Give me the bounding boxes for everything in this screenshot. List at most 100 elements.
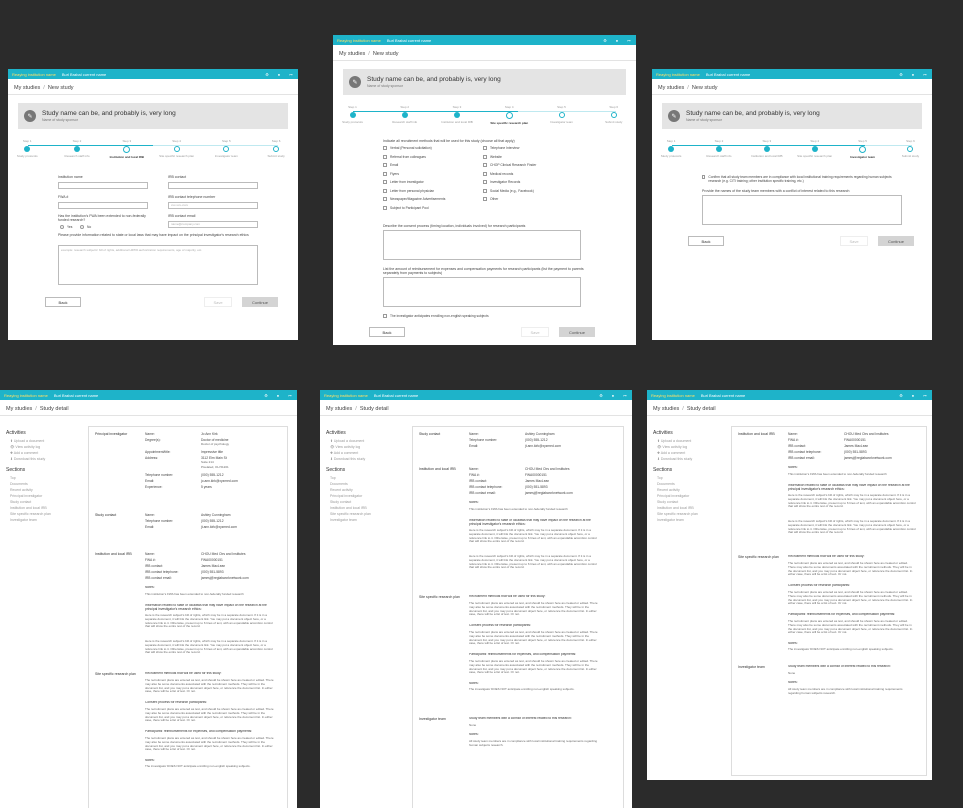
step-3[interactable]: Step 3 Institution and local IRB bbox=[437, 105, 477, 124]
section-link[interactable]: Documents bbox=[10, 482, 80, 486]
step-6[interactable]: Step 6 Submit study bbox=[256, 139, 296, 158]
pencil-icon[interactable]: ✎ bbox=[668, 110, 680, 122]
activity-log[interactable]: 👁 View activity log bbox=[657, 445, 727, 449]
gear-icon[interactable]: ⚙ bbox=[602, 38, 608, 43]
section-link[interactable]: Site specific research plan bbox=[10, 512, 80, 516]
recruit-option-checkbox[interactable]: Social Media (e.g., Facebook) bbox=[483, 188, 534, 193]
irb-email-input[interactable]: name@company.com bbox=[168, 221, 258, 228]
logout-icon[interactable]: ↦ bbox=[288, 72, 294, 77]
activity-upload[interactable]: ⬆ Upload a document bbox=[10, 439, 80, 443]
conflict-textarea[interactable] bbox=[702, 195, 902, 225]
crumb-my-studies[interactable]: My studies bbox=[658, 85, 684, 91]
back-button[interactable]: Back bbox=[369, 327, 405, 337]
section-link[interactable]: Site specific research plan bbox=[657, 512, 727, 516]
user-icon[interactable]: ● bbox=[614, 38, 620, 43]
recruit-option-checkbox[interactable]: Flyers bbox=[383, 171, 399, 176]
fwa-input[interactable] bbox=[58, 202, 148, 209]
continue-button[interactable]: Continue bbox=[242, 297, 278, 307]
crumb-my-studies[interactable]: My studies bbox=[14, 85, 40, 91]
section-link[interactable]: Top bbox=[657, 476, 727, 480]
step-5[interactable]: Step 5 Investigator team bbox=[542, 105, 582, 124]
recruit-option-checkbox[interactable]: Letter from investigator bbox=[383, 180, 424, 184]
user-icon[interactable]: ● bbox=[276, 72, 282, 77]
activity-comment[interactable]: ✚ Add a comment bbox=[330, 451, 400, 455]
step-3[interactable]: Step 3 Institution and local IRB bbox=[747, 139, 787, 158]
logout-icon[interactable]: ↦ bbox=[626, 38, 632, 43]
save-button[interactable]: Save bbox=[204, 297, 232, 307]
activity-comment[interactable]: ✚ Add a comment bbox=[657, 451, 727, 455]
step-2[interactable]: Step 2 Research staff info bbox=[57, 139, 97, 158]
section-link[interactable]: Investigator team bbox=[10, 518, 80, 522]
crumb-my-studies[interactable]: My studies bbox=[6, 406, 32, 412]
section-link[interactable]: Recent activity bbox=[657, 488, 727, 492]
step-1[interactable]: Step 1 Study protocols bbox=[8, 139, 47, 158]
recruit-option-checkbox[interactable]: Subject to Participant Pool bbox=[383, 205, 429, 210]
section-link[interactable]: Study contact bbox=[330, 500, 400, 504]
step-3[interactable]: Step 3 Institution and local IRB bbox=[107, 139, 147, 159]
recruit-option-checkbox[interactable]: Telephone Interview bbox=[483, 146, 519, 150]
radio-no[interactable]: No bbox=[80, 225, 91, 229]
section-link[interactable]: Top bbox=[10, 476, 80, 480]
logout-icon[interactable]: ↦ bbox=[622, 393, 628, 398]
recruit-option-checkbox[interactable]: Website bbox=[483, 154, 502, 159]
step-6[interactable]: Step 6 Submit study bbox=[594, 105, 634, 124]
section-link[interactable]: Institution and local IRB bbox=[330, 506, 400, 510]
step-4[interactable]: Step 4 Site specific research plan bbox=[489, 105, 529, 125]
gear-icon[interactable]: ⚙ bbox=[898, 393, 904, 398]
step-2[interactable]: Step 2 Research staff info bbox=[385, 105, 425, 124]
recruit-option-checkbox[interactable]: Email bbox=[383, 163, 398, 167]
gear-icon[interactable]: ⚙ bbox=[898, 72, 904, 77]
step-2[interactable]: Step 2 Research staff info bbox=[699, 139, 739, 158]
recruit-option-checkbox[interactable]: Letter from personal physician bbox=[383, 188, 434, 193]
step-4[interactable]: Step 4 Site specific research plan bbox=[157, 139, 197, 158]
gear-icon[interactable]: ⚙ bbox=[263, 393, 269, 398]
recruit-option-checkbox[interactable]: Investigator Records bbox=[483, 180, 520, 184]
section-link[interactable]: Investigator team bbox=[657, 518, 727, 522]
section-link[interactable]: Documents bbox=[657, 482, 727, 486]
section-link[interactable]: Institution and local IRB bbox=[10, 506, 80, 510]
back-button[interactable]: Back bbox=[688, 236, 724, 246]
gear-icon[interactable]: ⚙ bbox=[598, 393, 604, 398]
continue-button[interactable]: Continue bbox=[878, 236, 914, 246]
irb-contact-input[interactable] bbox=[168, 182, 258, 189]
recruit-option-checkbox[interactable]: Verbal (Personal solicitation) bbox=[383, 146, 432, 150]
gear-icon[interactable]: ⚙ bbox=[264, 72, 270, 77]
step-6[interactable]: Step 6 Submit study bbox=[890, 139, 930, 158]
section-link[interactable]: Documents bbox=[330, 482, 400, 486]
continue-button[interactable]: Continue bbox=[559, 327, 595, 337]
user-icon[interactable]: ● bbox=[910, 72, 916, 77]
recruit-option-checkbox[interactable]: Newspaper/Magazine Advertisements bbox=[383, 197, 445, 201]
recruit-option-checkbox[interactable]: Medical records bbox=[483, 171, 513, 176]
radio-yes[interactable]: Yes bbox=[60, 225, 72, 229]
step-1[interactable]: Step 1 Study protocols bbox=[333, 105, 373, 124]
activity-download[interactable]: ⬇ Download this study bbox=[10, 457, 80, 461]
section-link[interactable]: Recent activity bbox=[10, 488, 80, 492]
activity-download[interactable]: ⬇ Download this study bbox=[657, 457, 727, 461]
section-link[interactable]: Principal investigator bbox=[330, 494, 400, 498]
step-5[interactable]: Step 5 Investigator team bbox=[843, 139, 883, 159]
section-link[interactable]: Institution and local IRB bbox=[657, 506, 727, 510]
reimb-textarea[interactable] bbox=[383, 277, 581, 307]
activity-log[interactable]: 👁 View activity log bbox=[10, 445, 80, 449]
activity-log[interactable]: 👁 View activity log bbox=[330, 445, 400, 449]
crumb-my-studies[interactable]: My studies bbox=[326, 406, 352, 412]
user-icon[interactable]: ● bbox=[610, 393, 616, 398]
crumb-my-studies[interactable]: My studies bbox=[339, 51, 365, 57]
institution-name-input[interactable] bbox=[58, 182, 148, 189]
section-link[interactable]: Study contact bbox=[657, 500, 727, 504]
section-link[interactable]: Study contact bbox=[10, 500, 80, 504]
crumb-my-studies[interactable]: My studies bbox=[653, 406, 679, 412]
activity-upload[interactable]: ⬆ Upload a document bbox=[657, 439, 727, 443]
activity-download[interactable]: ⬇ Download this study bbox=[330, 457, 400, 461]
user-icon[interactable]: ● bbox=[910, 393, 916, 398]
activity-comment[interactable]: ✚ Add a comment bbox=[10, 451, 80, 455]
section-link[interactable]: Principal investigator bbox=[657, 494, 727, 498]
non-english-checkbox[interactable]: The investigator anticipates enrolling n… bbox=[383, 314, 489, 318]
section-link[interactable]: Top bbox=[330, 476, 400, 480]
recruit-option-checkbox[interactable]: CHOP Clinical Research Finder bbox=[483, 163, 536, 167]
logout-icon[interactable]: ↦ bbox=[287, 393, 293, 398]
logout-icon[interactable]: ↦ bbox=[922, 72, 928, 77]
user-icon[interactable]: ● bbox=[275, 393, 281, 398]
compliance-checkbox[interactable]: Confirm that all study team members are … bbox=[702, 175, 902, 183]
step-1[interactable]: Step 1 Study protocols bbox=[652, 139, 691, 158]
